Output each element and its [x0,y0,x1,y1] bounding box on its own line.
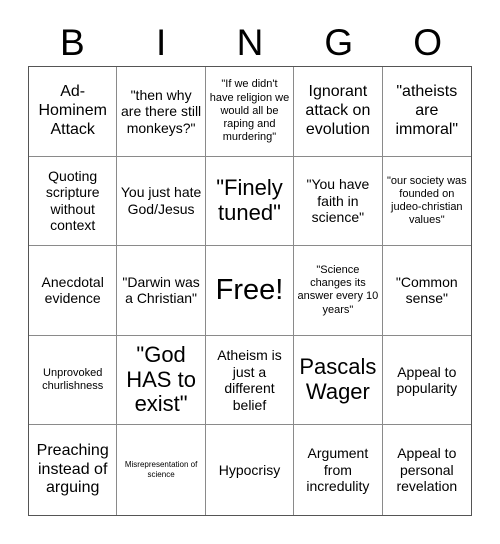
bingo-cell[interactable]: Pascals Wager [294,335,383,426]
bingo-cell-text: You just hate God/Jesus [120,184,202,217]
bingo-cell[interactable]: Ad-Hominem Attack [29,67,118,157]
bingo-cell-free[interactable]: Free! [205,246,295,336]
bingo-cell-text: Unprovoked churlishness [42,366,104,393]
bingo-cell[interactable]: Unprovoked churlishness [29,335,118,426]
bingo-cell-text: "Science changes its answer every 10 yea… [297,264,379,316]
header-letter-g: G [324,21,354,63]
bingo-cell-text: Pascals Wager [299,354,377,405]
bingo-cell[interactable]: Argument from incredulity [294,425,383,515]
bingo-cell-text: Appeal to popularity [396,363,458,397]
bingo-cell-text: Appeal to personal revelation [396,445,458,495]
bingo-cell[interactable]: Hypocrisy [205,425,295,515]
bingo-cell-text: Ignorant attack on evolution [305,83,371,138]
bingo-cell[interactable]: Anecdotal evidence [29,246,118,336]
bingo-cell-text: Anecdotal evidence [41,273,104,307]
bingo-cell[interactable]: Atheism is just a different belief [205,335,295,426]
bingo-cell-text: "Darwin was a Christian" [122,273,200,307]
bingo-cell[interactable]: "God HAS to exist" [117,335,206,426]
bingo-cell[interactable]: You just hate God/Jesus [117,156,206,247]
bingo-cell[interactable]: "atheists are immoral" [382,67,471,157]
bingo-cell[interactable]: Quoting scripture without context [29,156,118,247]
bingo-cell[interactable]: "our society was founded on judeo-christ… [382,156,471,247]
bingo-cell[interactable]: "Darwin was a Christian" [117,246,206,336]
bingo-cell-text: Hypocrisy [218,461,281,478]
bingo-cell[interactable]: Ignorant attack on evolution [294,67,383,157]
bingo-cell-text: "atheists are immoral" [395,83,459,138]
header-letter-n: N [236,21,264,63]
bingo-cell-text: "You have faith in science" [306,176,370,226]
bingo-cell-text: "Finely tuned" [216,175,283,225]
header-letter-b: B [60,21,85,63]
header-letter-i: I [156,21,167,63]
bingo-cell-text: "If we didn't have religion we would all… [209,78,290,144]
bingo-cell-text: Preaching instead of arguing [36,442,109,497]
bingo-cell[interactable]: "Science changes its answer every 10 yea… [294,246,383,336]
header-letter-o: O [413,21,442,63]
bingo-cell[interactable]: "then why are there still monkeys?" [117,67,206,157]
bingo-cell[interactable]: Appeal to popularity [382,335,471,426]
bingo-cell-text: "then why are there still monkeys?" [121,86,202,136]
bingo-cell-text: "Common sense" [395,273,458,307]
bingo-cell-text: Misrepresentation of science [124,460,198,480]
bingo-header: B I N G O [28,18,472,66]
bingo-cell[interactable]: "You have faith in science" [294,156,383,247]
bingo-cell-text: Atheism is just a different belief [217,347,282,413]
bingo-cell[interactable]: "Common sense" [382,246,471,336]
bingo-cell-text: Ad-Hominem Attack [38,83,107,138]
bingo-grid: Ad-Hominem Attack "then why are there st… [28,66,472,516]
bingo-cell[interactable]: Preaching instead of arguing [29,425,118,515]
bingo-cell[interactable]: Misrepresentation of science [117,425,206,515]
bingo-cell-text: "God HAS to exist" [126,342,196,417]
bingo-cell[interactable]: "If we didn't have religion we would all… [205,67,295,157]
bingo-cell-text: Argument from incredulity [306,445,370,495]
bingo-cell-text: "our society was founded on judeo-christ… [386,174,467,227]
bingo-cell[interactable]: "Finely tuned" [205,156,295,247]
bingo-cell-text: Quoting scripture without context [45,167,100,234]
bingo-card: B I N G O Ad-Hominem Attack "then why ar… [0,0,500,544]
bingo-cell-text: Free! [215,273,284,306]
bingo-cell[interactable]: Appeal to personal revelation [382,425,471,515]
